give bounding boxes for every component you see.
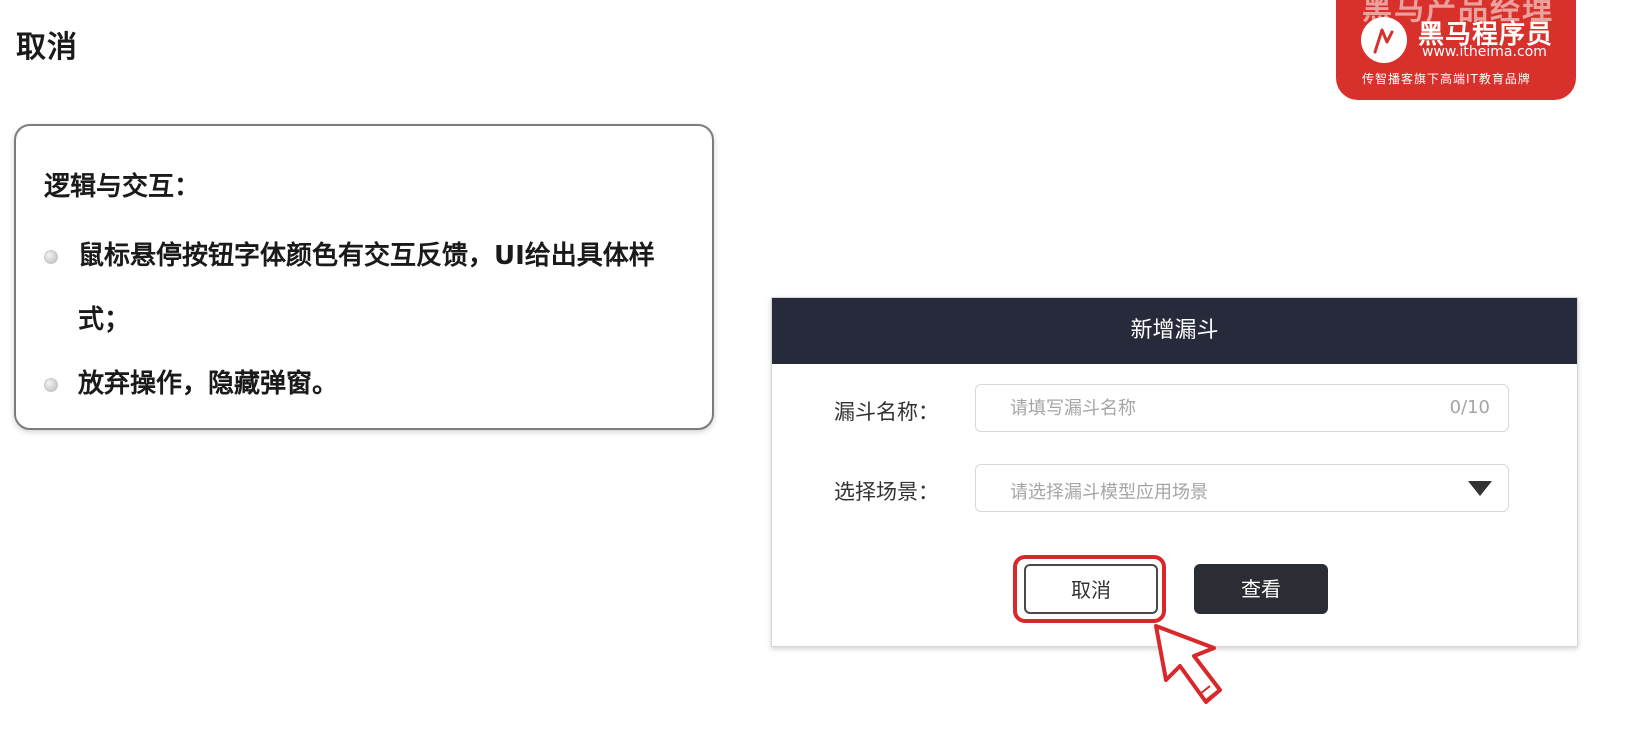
char-counter: 0/10 [1449, 397, 1490, 418]
scene-label: 选择场景： [834, 480, 939, 504]
interaction-note-card: 逻辑与交互： 鼠标悬停按钮字体颜色有交互反馈，UI给出具体样式； 放弃操作，隐藏… [14, 124, 714, 430]
funnel-name-field[interactable]: 0/10 [975, 384, 1509, 432]
brand-slogan: 传智播客旗下高端IT教育品牌 [1362, 72, 1531, 86]
note-heading: 逻辑与交互： [44, 172, 201, 202]
slide-page: 取消 黑马产品经理 黑马程序员 www.itheima.com 传智播客旗下高端… [0, 0, 1632, 754]
view-button[interactable]: 查看 [1194, 564, 1328, 614]
brand-emblem-icon [1361, 17, 1407, 63]
funnel-name-label: 漏斗名称： [834, 400, 939, 424]
scene-select[interactable]: 请选择漏斗模型应用场景 [975, 464, 1509, 512]
brand-logo: 黑马产品经理 黑马程序员 www.itheima.com 传智播客旗下高端IT教… [1336, 0, 1576, 100]
dialog-header: 新增漏斗 [772, 298, 1577, 364]
cancel-button[interactable]: 取消 [1024, 564, 1158, 614]
funnel-name-input[interactable] [976, 385, 1396, 431]
note-list: 鼠标悬停按钮字体颜色有交互反馈，UI给出具体样式； 放弃操作，隐藏弹窗。 [44, 224, 694, 416]
note-item: 鼠标悬停按钮字体颜色有交互反馈，UI给出具体样式； [44, 224, 694, 352]
brand-url: www.itheima.com [1422, 44, 1547, 60]
caret-down-icon[interactable] [1468, 481, 1492, 496]
scene-select-placeholder: 请选择漏斗模型应用场景 [1010, 482, 1208, 503]
hand-drawn-cursor-arrow-icon [1154, 624, 1222, 704]
note-item: 放弃操作，隐藏弹窗。 [44, 352, 694, 416]
note-item-text: 鼠标悬停按钮字体颜色有交互反馈，UI给出具体样式； [78, 241, 655, 335]
bullet-icon [44, 250, 58, 264]
page-title: 取消 [16, 30, 78, 65]
bullet-icon [44, 378, 58, 392]
note-item-text: 放弃操作，隐藏弹窗。 [78, 369, 339, 399]
add-funnel-dialog: 新增漏斗 漏斗名称： 0/10 选择场景： 请选择漏斗模型应用场景 取消 查看 [771, 297, 1578, 647]
